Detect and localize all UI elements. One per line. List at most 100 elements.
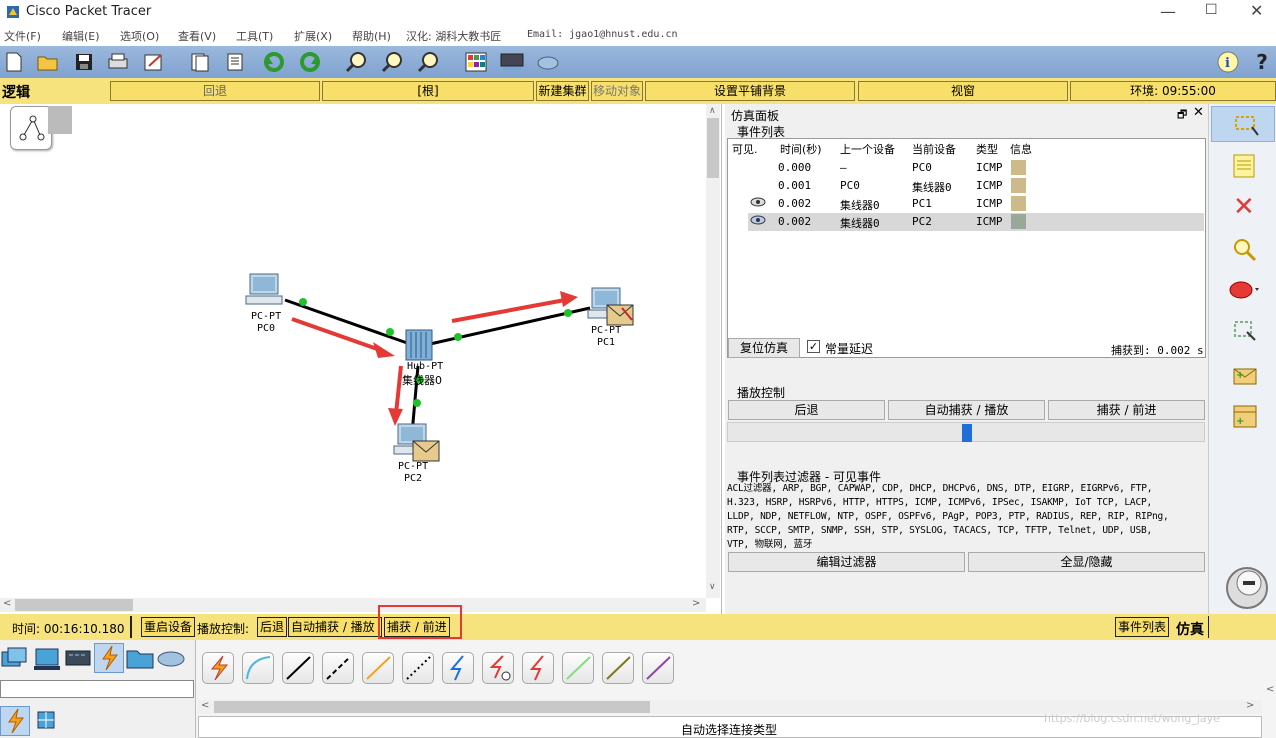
select-tool-icon[interactable]	[1211, 106, 1275, 142]
add-complex-pdu-icon[interactable]: +	[1233, 404, 1257, 431]
power-cycle-button[interactable]: 重启设备	[141, 617, 196, 637]
play-speed-slider[interactable]	[727, 422, 1205, 442]
open-folder-icon[interactable]	[36, 50, 60, 74]
event-info-color[interactable]	[1011, 214, 1026, 229]
scroll-thumb[interactable]	[214, 701, 650, 713]
scroll-left-icon[interactable]: <	[1266, 684, 1274, 695]
event-list-button[interactable]: 事件列表	[1115, 617, 1170, 637]
constant-delay-checkbox[interactable]: ✓	[807, 340, 820, 353]
set-tiled-bg-button[interactable]: 设置平铺背景	[645, 81, 855, 101]
print-icon[interactable]	[106, 50, 130, 74]
resize-shape-icon[interactable]	[1233, 320, 1257, 345]
fiber-cable-icon[interactable]	[362, 652, 394, 684]
components-icon[interactable]	[64, 646, 92, 675]
scroll-up-icon[interactable]: ∧	[709, 106, 716, 116]
logical-workspace[interactable]: PC-PT PC0 PC-PT PC1 Hub-PT 集线器0 PC-PT PC…	[0, 104, 722, 614]
table-row-selected[interactable]: 0.002 集线器0 PC2 ICMP	[748, 213, 1204, 231]
sim-back-button[interactable]: 后退	[728, 400, 885, 420]
new-cluster-button[interactable]: 新建集群	[536, 81, 589, 101]
minimize-icon[interactable]: —	[1160, 2, 1176, 21]
menu-file[interactable]: 文件(F)	[4, 28, 41, 44]
pdu-envelope-icon[interactable]	[412, 440, 440, 462]
new-file-icon[interactable]	[2, 50, 26, 74]
device-search-input[interactable]	[0, 680, 194, 698]
redo-icon[interactable]	[298, 50, 322, 74]
event-info-color[interactable]	[1011, 178, 1026, 193]
copper-straight-cable-icon[interactable]	[282, 652, 314, 684]
reset-simulation-button[interactable]: 复位仿真	[728, 338, 800, 358]
edit-filter-button[interactable]: 编辑过滤器	[728, 552, 965, 572]
status-back-button[interactable]: 后退	[257, 617, 288, 637]
serial-dce-cable-icon[interactable]	[482, 652, 514, 684]
scroll-left-icon[interactable]: <	[201, 700, 209, 711]
event-info-color[interactable]	[1011, 196, 1026, 211]
horizontal-scrollbar[interactable]: < >	[0, 598, 706, 612]
auto-connection-cable-icon[interactable]	[202, 652, 234, 684]
viewport-button[interactable]: 视窗	[858, 81, 1068, 101]
connections-category-icon[interactable]	[94, 643, 124, 673]
console-cable-icon[interactable]	[242, 652, 274, 684]
eye-icon[interactable]	[750, 196, 766, 211]
inspect-icon[interactable]	[1233, 238, 1257, 265]
serial-dte-cable-icon[interactable]	[522, 652, 554, 684]
sim-step-button[interactable]: 捕获 / 前进	[1048, 400, 1205, 420]
menu-edit[interactable]: 编辑(E)	[62, 28, 100, 44]
table-row[interactable]: 0.001 PC0 集线器0 ICMP	[728, 177, 1204, 195]
environment-time[interactable]: 环境: 09:55:00	[1070, 81, 1276, 101]
vertical-scrollbar[interactable]: ∧ ∨	[706, 104, 720, 598]
restore-icon[interactable]: 🗗	[1177, 106, 1187, 125]
close-icon[interactable]: ✕	[1250, 1, 1263, 20]
undo-icon[interactable]	[262, 50, 286, 74]
menu-tools[interactable]: 工具(T)	[236, 28, 273, 44]
copy-icon[interactable]	[188, 50, 212, 74]
scroll-left-icon[interactable]: <	[3, 598, 11, 609]
show-hide-button[interactable]: 全显/隐藏	[968, 552, 1205, 572]
maximize-icon[interactable]: ☐	[1205, 2, 1218, 18]
scroll-right-icon[interactable]: >	[692, 598, 700, 609]
misc-folder-icon[interactable]	[126, 646, 154, 673]
panel-close-icon[interactable]: ✕	[1193, 105, 1204, 120]
usb-cable-icon[interactable]	[642, 652, 674, 684]
device-template-icon[interactable]	[500, 50, 524, 74]
slider-thumb[interactable]	[962, 424, 972, 442]
hub-device-icon[interactable]	[404, 328, 434, 362]
menu-view[interactable]: 查看(V)	[178, 28, 216, 44]
scroll-down-icon[interactable]: ∨	[709, 582, 716, 592]
table-row[interactable]: 0.002 集线器0 PC1 ICMP	[728, 195, 1204, 213]
draw-ellipse-icon[interactable]	[1229, 280, 1259, 303]
simulation-clock-icon[interactable]	[1225, 566, 1271, 615]
multiuser-cloud-icon[interactable]	[156, 648, 186, 671]
activity-wizard-icon[interactable]	[142, 50, 166, 74]
eye-icon[interactable]	[750, 214, 766, 229]
info-icon[interactable]: i	[1216, 50, 1240, 74]
help-icon[interactable]: ?	[1250, 50, 1274, 74]
scroll-right-icon[interactable]: >	[1246, 700, 1254, 711]
scroll-thumb[interactable]	[15, 599, 133, 611]
save-icon[interactable]	[72, 50, 96, 74]
palette-icon[interactable]	[464, 50, 488, 74]
note-icon[interactable]	[1233, 154, 1255, 181]
pdu-envelope-icon[interactable]	[606, 304, 634, 326]
table-row[interactable]: 0.000 — PC0 ICMP	[728, 159, 1204, 177]
menu-extensions[interactable]: 扩展(X)	[294, 28, 332, 44]
delete-icon[interactable]: ✕	[1233, 194, 1255, 220]
network-cloud-icon[interactable]	[536, 50, 560, 74]
move-object-button[interactable]: 移动对象	[591, 81, 643, 101]
menu-options[interactable]: 选项(O)	[120, 28, 159, 44]
scroll-thumb[interactable]	[707, 118, 719, 178]
paste-icon[interactable]	[224, 50, 248, 74]
add-simple-pdu-icon[interactable]: +	[1233, 366, 1257, 389]
copper-cross-cable-icon[interactable]	[322, 652, 354, 684]
network-devices-icon[interactable]	[0, 646, 30, 675]
sim-auto-play-button[interactable]: 自动捕获 / 播放	[888, 400, 1045, 420]
menu-help[interactable]: 帮助(H)	[352, 28, 391, 44]
zoom-reset-icon[interactable]	[380, 50, 404, 74]
root-button[interactable]: [根]	[322, 81, 534, 101]
pc0-device-icon[interactable]	[244, 272, 286, 312]
phone-cable-icon[interactable]	[402, 652, 434, 684]
back-button[interactable]: 回退	[110, 81, 320, 101]
connections-subcategory-icon[interactable]	[0, 706, 30, 736]
end-devices-icon[interactable]	[32, 646, 62, 675]
coaxial-cable-icon[interactable]	[442, 652, 474, 684]
multi-connection-icon[interactable]	[36, 710, 56, 733]
